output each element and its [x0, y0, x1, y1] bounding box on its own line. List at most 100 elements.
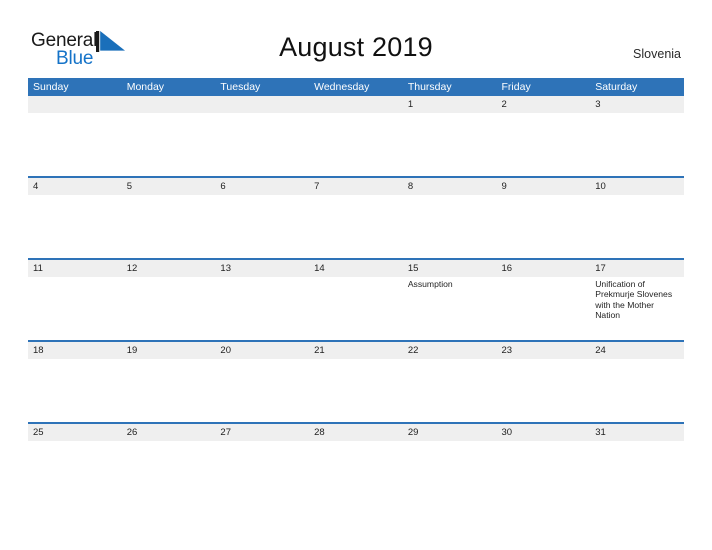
day-number[interactable]: 22 — [403, 342, 497, 359]
day-cell[interactable] — [122, 441, 216, 541]
date-number-band: 18 19 20 21 22 23 24 — [28, 342, 684, 359]
day-cell[interactable] — [215, 359, 309, 422]
day-number[interactable]: 13 — [215, 260, 309, 277]
day-number[interactable]: 16 — [497, 260, 591, 277]
calendar-week-row: 18 19 20 21 22 23 24 — [28, 340, 684, 422]
weekday-header-wednesday: Wednesday — [314, 81, 370, 93]
day-cell[interactable] — [28, 441, 122, 541]
calendar-grid: Sunday Monday Tuesday Wednesday Thursday Frid… — [28, 78, 684, 541]
event-band — [28, 195, 684, 258]
event-band — [28, 113, 684, 176]
day-number[interactable]: 17 — [590, 260, 684, 277]
weekday-header-tuesday: Tuesday — [220, 81, 261, 93]
calendar-week-row: 4 5 6 7 8 9 10 — [28, 176, 684, 258]
day-number[interactable]: 27 — [215, 424, 309, 441]
day-cell[interactable] — [309, 195, 403, 258]
day-cell[interactable] — [590, 195, 684, 258]
day-cell[interactable] — [28, 359, 122, 422]
day-number[interactable]: 4 — [28, 178, 122, 195]
masthead: General Blue August 2019 Slovenia — [0, 0, 712, 78]
day-cell[interactable] — [122, 195, 216, 258]
calendar-week-row: 25 26 27 28 29 30 31 — [28, 422, 684, 541]
day-number[interactable]: 23 — [497, 342, 591, 359]
day-cell[interactable] — [28, 277, 122, 340]
date-number-band: 4 5 6 7 8 9 10 — [28, 178, 684, 195]
day-number[interactable]: 29 — [403, 424, 497, 441]
region-label: Slovenia — [633, 47, 681, 61]
day-number-empty[interactable] — [28, 96, 122, 113]
date-number-band: 123 — [28, 96, 684, 113]
day-cell[interactable] — [403, 113, 497, 176]
day-cell[interactable] — [215, 113, 309, 176]
day-number-empty[interactable] — [122, 96, 216, 113]
day-cell[interactable] — [309, 359, 403, 422]
day-cell[interactable] — [403, 359, 497, 422]
day-number[interactable]: 19 — [122, 342, 216, 359]
day-number[interactable]: 11 — [28, 260, 122, 277]
day-number[interactable]: 28 — [309, 424, 403, 441]
day-cell[interactable] — [309, 113, 403, 176]
day-number[interactable]: 15 — [403, 260, 497, 277]
day-number[interactable]: 26 — [122, 424, 216, 441]
calendar-page: General Blue August 2019 Slovenia Sunday… — [0, 0, 712, 550]
day-cell[interactable] — [590, 359, 684, 422]
day-number[interactable]: 10 — [590, 178, 684, 195]
day-number[interactable]: 3 — [590, 96, 684, 113]
event-band — [28, 359, 684, 422]
day-cell[interactable] — [403, 195, 497, 258]
day-cell[interactable] — [309, 277, 403, 340]
event-band — [28, 441, 684, 541]
calendar-weeks: 1 2 3 4 5 6 7 8 9 10 11 12 13 14 15 16 17 Assumption Unifi… — [28, 96, 684, 541]
day-number[interactable]: 5 — [122, 178, 216, 195]
date-number-band: 11 12 13 14 15 16 17 — [28, 260, 684, 277]
day-cell[interactable] — [590, 441, 684, 541]
day-cell[interactable] — [497, 277, 591, 340]
day-number-empty[interactable] — [309, 96, 403, 113]
day-number[interactable]: 31 — [590, 424, 684, 441]
day-number[interactable]: 9 — [497, 178, 591, 195]
day-cell[interactable] — [497, 113, 591, 176]
holiday-label: Assumption — [407, 279, 453, 289]
day-cell[interactable] — [497, 195, 591, 258]
weekday-header-monday: Monday — [126, 81, 165, 93]
weekday-header-row: Sunday Monday Tuesday Wednesday Thursday Frid… — [28, 78, 684, 96]
calendar-week-row: 123 — [28, 96, 684, 176]
day-number[interactable]: 20 — [215, 342, 309, 359]
day-cell[interactable] — [28, 195, 122, 258]
day-number[interactable]: 8 — [403, 178, 497, 195]
weekday-header-sunday: Sunday — [33, 81, 69, 93]
day-number[interactable]: 6 — [215, 178, 309, 195]
day-cell[interactable] — [497, 441, 591, 541]
day-cell[interactable] — [122, 113, 216, 176]
day-number[interactable]: 24 — [590, 342, 684, 359]
day-cell[interactable] — [215, 277, 309, 340]
day-cell[interactable] — [497, 359, 591, 422]
day-cell[interactable] — [122, 359, 216, 422]
day-number[interactable]: 14 — [309, 260, 403, 277]
weekday-header-thursday: Thursday — [407, 81, 452, 93]
day-cell[interactable]: Assumption — [403, 277, 497, 340]
day-number[interactable]: 12 — [122, 260, 216, 277]
day-cell[interactable] — [28, 113, 122, 176]
day-number[interactable]: 7 — [309, 178, 403, 195]
day-number[interactable]: 30 — [497, 424, 591, 441]
day-number-empty[interactable] — [215, 96, 309, 113]
day-number[interactable]: 18 — [28, 342, 122, 359]
date-number-band: 25 26 27 28 29 30 31 — [28, 424, 684, 441]
day-cell[interactable] — [122, 277, 216, 340]
day-cell[interactable] — [309, 441, 403, 541]
day-number[interactable]: 1 — [403, 96, 497, 113]
holiday-label: Unification of Prekmurje Slovenes with t… — [595, 279, 673, 321]
weekday-header-friday: Friday — [501, 81, 531, 93]
day-cell[interactable] — [403, 441, 497, 541]
calendar-week-row: 11 12 13 14 15 16 17 Assumption Unification of P… — [28, 258, 684, 340]
day-cell[interactable] — [590, 113, 684, 176]
day-number[interactable]: 21 — [309, 342, 403, 359]
day-cell[interactable] — [215, 195, 309, 258]
weekday-header-saturday: Saturday — [595, 81, 638, 93]
day-cell[interactable] — [215, 441, 309, 541]
day-cell[interactable]: Unification of Prekmurje Slovenes with t… — [590, 277, 684, 340]
day-number[interactable]: 25 — [28, 424, 122, 441]
event-band: Assumption Unification of Prekmurje Slove… — [28, 277, 684, 340]
day-number[interactable]: 2 — [497, 96, 591, 113]
